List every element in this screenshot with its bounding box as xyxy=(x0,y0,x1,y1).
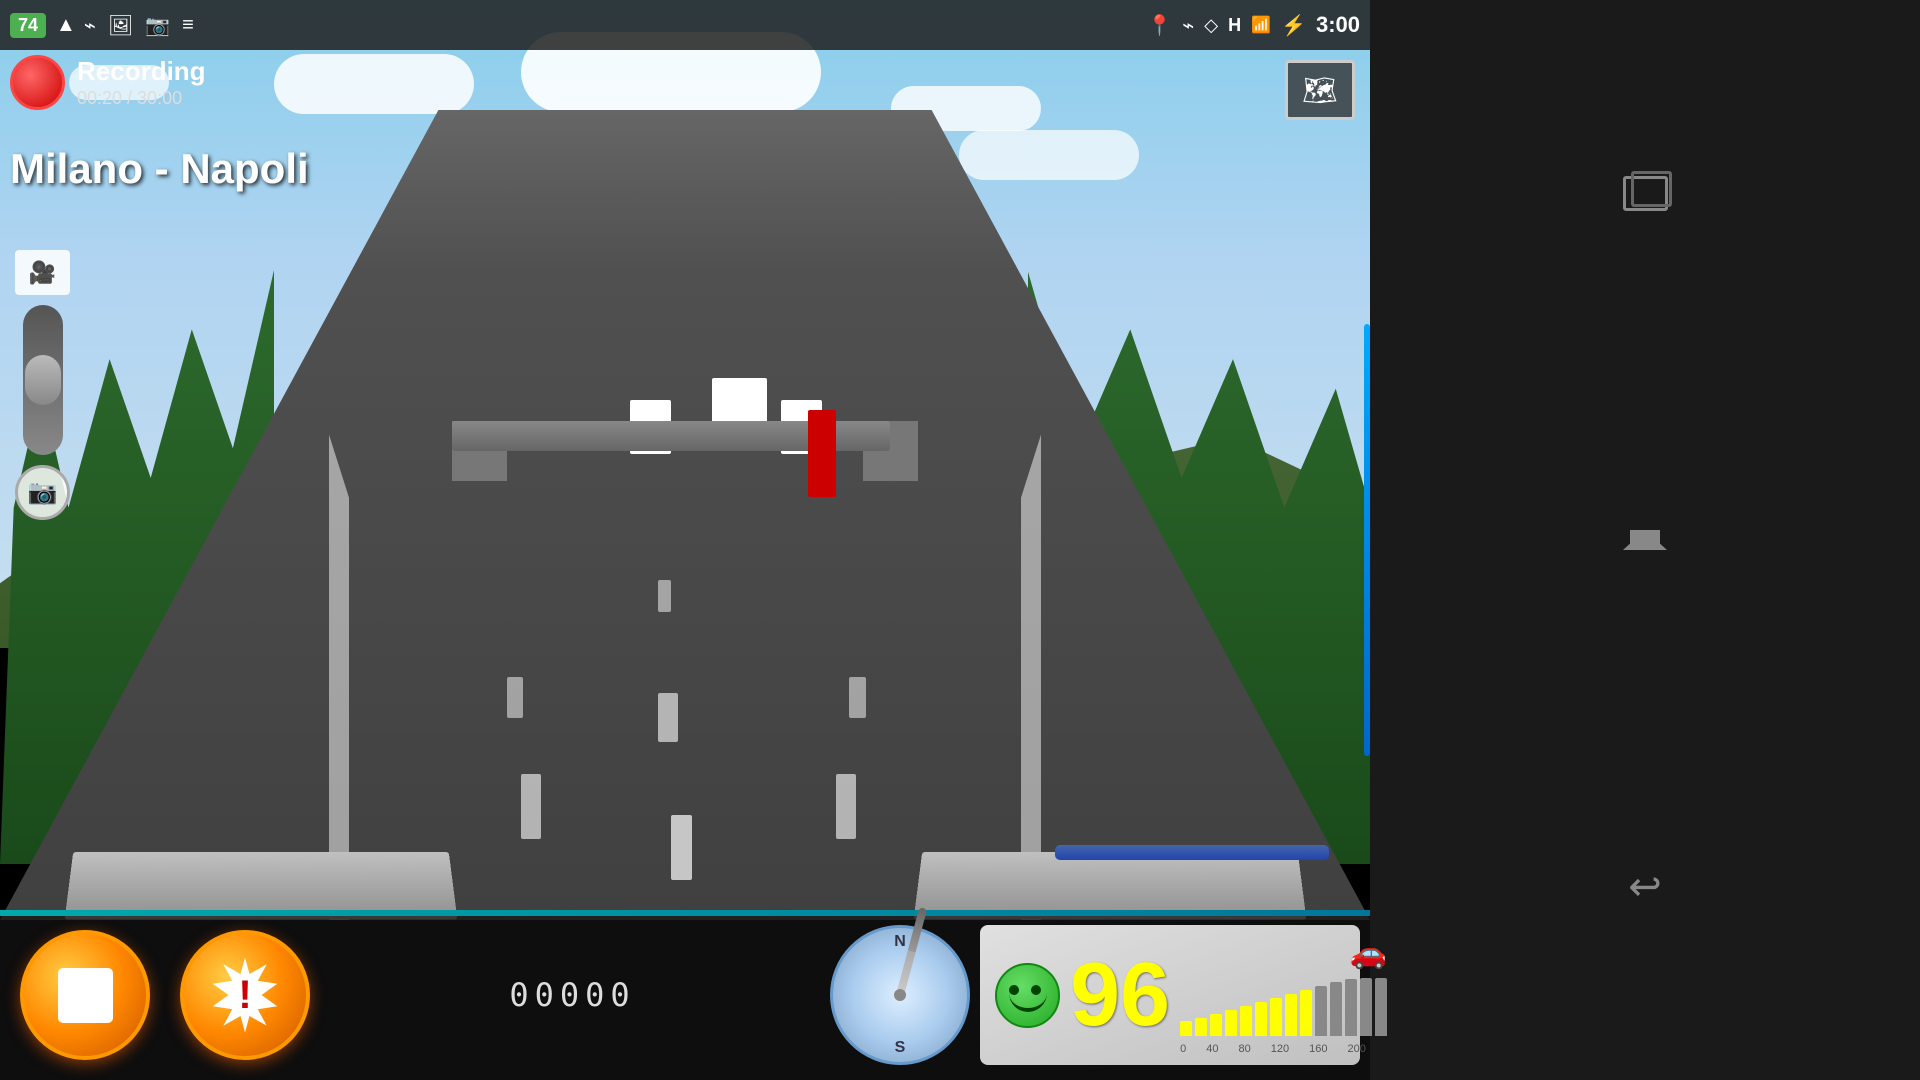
location-icon: 📍 xyxy=(1147,13,1172,38)
cloud xyxy=(959,130,1139,180)
bluetooth2-icon: ⌁ xyxy=(1182,13,1194,38)
recording-time: 00:20 / 30:00 xyxy=(77,88,206,109)
scale-40: 40 xyxy=(1206,1043,1218,1055)
cloud xyxy=(274,54,474,114)
compass-north: N xyxy=(894,933,906,951)
lane-mark xyxy=(658,580,672,612)
speed-bar xyxy=(1195,1018,1207,1036)
speed-bar xyxy=(1240,1006,1252,1036)
speed-bar xyxy=(1225,1010,1237,1036)
compass: N S xyxy=(830,925,970,1065)
android-nav-sidebar: ↩ xyxy=(1370,0,1920,1080)
stop-button[interactable] xyxy=(20,930,150,1060)
speed-bar xyxy=(1210,1014,1222,1036)
lane-mark xyxy=(658,693,679,742)
speed-value: 96 xyxy=(1070,950,1170,1040)
speed-bar xyxy=(1285,994,1297,1036)
lane-mark xyxy=(521,774,542,839)
compass-south: S xyxy=(895,1039,906,1057)
alert-exclamation: ! xyxy=(238,973,251,1018)
car-icon: 🚗 xyxy=(1180,936,1387,971)
bluetooth-icon: ⌁ xyxy=(84,13,96,38)
speed-scale: 0 40 80 120 160 200 xyxy=(1180,1043,1387,1055)
zoom-thumb[interactable] xyxy=(25,355,61,405)
lane-mark xyxy=(671,815,692,880)
navigation-icon: ▲ xyxy=(56,14,76,37)
scale-80: 80 xyxy=(1238,1043,1250,1055)
home-icon xyxy=(1623,530,1667,550)
speed-details: 🚗 xyxy=(1180,936,1387,1055)
lane-mark xyxy=(849,677,865,718)
compass-center xyxy=(894,989,906,1001)
zoom-slider[interactable] xyxy=(23,305,63,455)
scale-120: 120 xyxy=(1271,1043,1289,1055)
recording-label: Recording xyxy=(77,56,206,87)
mood-indicator xyxy=(995,963,1060,1028)
bottom-bar: ! 00000 N S 96 🚗 xyxy=(0,910,1370,1080)
alert-button[interactable]: ! xyxy=(180,930,310,1060)
compass-needle xyxy=(896,907,927,996)
menu-icon: ≡ xyxy=(182,14,194,37)
speed-bar-inactive xyxy=(1330,982,1342,1036)
stop-icon xyxy=(58,968,113,1023)
status-bar-right: 📍 ⌁ ◇ H 📶 ⚡ 3:00 xyxy=(1147,12,1360,38)
video-icon: 📷 xyxy=(145,13,170,38)
speed-bar xyxy=(1300,990,1312,1036)
recording-panel: Recording 00:20 / 30:00 xyxy=(10,55,206,110)
speed-bar-inactive xyxy=(1375,978,1387,1036)
signal-bars-icon: 📶 xyxy=(1251,15,1271,35)
back-button[interactable]: ↩ xyxy=(1605,857,1685,917)
speed-panel: 96 🚗 xyxy=(980,925,1360,1065)
lane-mark xyxy=(836,774,857,839)
recent-apps-button[interactable] xyxy=(1605,163,1685,223)
scale-160: 160 xyxy=(1309,1043,1327,1055)
road-sign xyxy=(808,410,835,496)
h-icon: H xyxy=(1228,15,1241,36)
camera-button[interactable]: 🎥 xyxy=(15,250,70,295)
route-name: Milano - Napoli xyxy=(10,145,309,193)
picture-icon: 🖼 xyxy=(108,13,133,38)
scroll-indicator xyxy=(1364,324,1370,756)
speed-bar-inactive xyxy=(1345,979,1357,1036)
recording-info: Recording 00:20 / 30:00 xyxy=(77,56,206,108)
camera-controls[interactable]: 🎥 📷 xyxy=(15,250,70,520)
lane-mark xyxy=(507,677,523,718)
recent-apps-icon xyxy=(1623,176,1668,211)
scale-0: 0 xyxy=(1180,1043,1186,1055)
odometer: 00000 xyxy=(325,976,820,1014)
speed-bars xyxy=(1180,976,1387,1036)
odometer-value: 00000 xyxy=(509,976,635,1014)
home-button[interactable] xyxy=(1605,510,1685,570)
speed-bar-inactive xyxy=(1360,978,1372,1036)
time-display: 3:00 xyxy=(1316,12,1360,38)
battery-badge: 74 xyxy=(10,13,46,38)
needle-north xyxy=(908,907,927,953)
speed-bar xyxy=(1255,1002,1267,1036)
status-bar: 74 ▲ ⌁ 🖼 📷 ≡ 📍 ⌁ ◇ H 📶 ⚡ 3:00 xyxy=(0,0,1370,50)
recording-dot xyxy=(10,55,65,110)
scale-200: 200 xyxy=(1347,1043,1365,1055)
back-icon: ↩ xyxy=(1628,864,1662,910)
snapshot-button[interactable]: 📷 xyxy=(15,465,70,520)
map-button[interactable]: 🗺 xyxy=(1285,60,1355,120)
speed-bar-inactive xyxy=(1315,986,1327,1036)
speed-bar xyxy=(1180,1021,1192,1036)
signal-icon: ◇ xyxy=(1204,15,1218,36)
speed-bar xyxy=(1270,998,1282,1036)
battery-icon: ⚡ xyxy=(1281,13,1306,38)
dashcam-view: 74 ▲ ⌁ 🖼 📷 ≡ 📍 ⌁ ◇ H 📶 ⚡ 3:00 Recording … xyxy=(0,0,1370,1080)
guardrail-right xyxy=(1055,845,1329,860)
